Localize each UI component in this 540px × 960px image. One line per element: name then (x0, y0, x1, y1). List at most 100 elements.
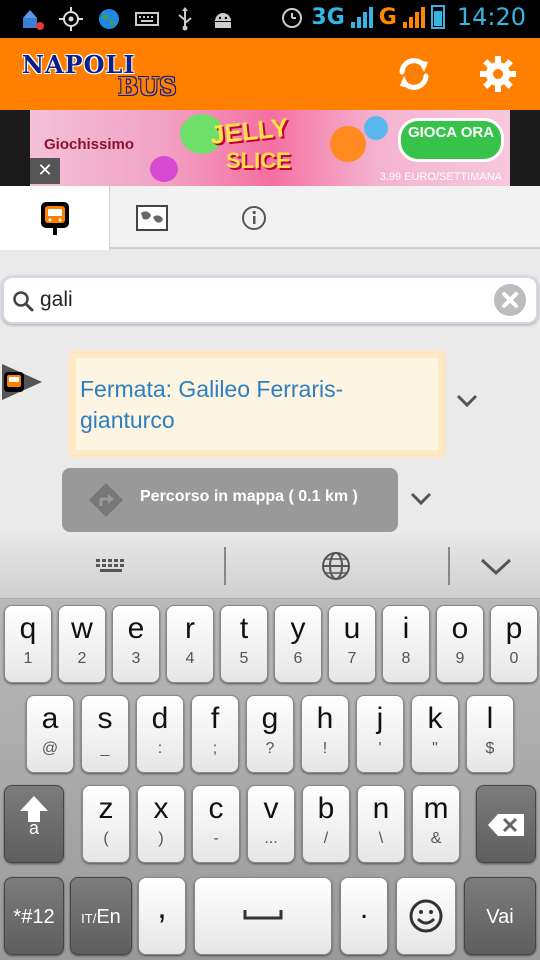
key-c[interactable]: c- (192, 785, 240, 863)
globe-icon (96, 6, 122, 32)
search-box[interactable] (2, 276, 538, 324)
clear-search-button[interactable] (494, 284, 526, 316)
language-prefix: IT/ (81, 911, 97, 926)
key-f[interactable]: f; (191, 695, 239, 773)
key-i[interactable]: i8 (382, 605, 430, 683)
key-sub-label: / (323, 830, 329, 847)
key-y[interactable]: y6 (274, 605, 322, 683)
ad-banner[interactable]: Giochissimo JELLY SLICE GIOCA ORA 3.99 E… (0, 110, 540, 186)
key-b[interactable]: b / (302, 785, 350, 863)
ad-creative[interactable]: Giochissimo JELLY SLICE GIOCA ORA 3.99 E… (30, 110, 510, 186)
key-main-label: i (402, 612, 410, 645)
key-j[interactable]: j ' (356, 695, 404, 773)
key-l[interactable]: l $ (466, 695, 514, 773)
key-sub-label: - (213, 830, 219, 847)
key-sub-label: ... (264, 830, 278, 847)
period-key[interactable]: . (340, 877, 388, 955)
comma-key-label: , (157, 888, 167, 926)
key-h[interactable]: h! (301, 695, 349, 773)
key-main-label: v (263, 792, 279, 825)
map-icon (136, 204, 168, 231)
key-u[interactable]: u7 (328, 605, 376, 683)
key-o[interactable]: o9 (436, 605, 484, 683)
key-q[interactable]: q1 (4, 605, 52, 683)
ad-subtitle: SLICE (226, 148, 291, 173)
language-key[interactable]: IT/En (70, 877, 132, 955)
network-type-1: 3G (311, 4, 345, 30)
key-sub-label: 6 (293, 650, 303, 667)
go-key[interactable]: Vai (464, 877, 536, 955)
stop-result-card[interactable]: Fermata: Galileo Ferraris-gianturco (68, 350, 446, 458)
jelly-character (150, 156, 178, 182)
period-key-label: . (359, 892, 369, 925)
tab-bar (0, 186, 540, 250)
key-sub-label: 4 (185, 650, 195, 667)
symbols-key[interactable]: *#12 (4, 877, 64, 955)
key-r[interactable]: r4 (166, 605, 214, 683)
ad-cta-button[interactable]: GIOCA ORA (398, 118, 504, 162)
key-t[interactable]: t5 (220, 605, 268, 683)
android-icon (210, 6, 236, 32)
key-main-label: x (153, 792, 169, 825)
key-p[interactable]: p0 (490, 605, 538, 683)
key-z[interactable]: z( (82, 785, 130, 863)
key-main-label: y (290, 612, 306, 645)
key-sub-label: \ (378, 830, 384, 847)
toolbar-divider (448, 547, 450, 585)
signal-bars-2 (402, 6, 425, 28)
shift-key[interactable]: a (4, 785, 64, 863)
stop-result-title[interactable]: Fermata: Galileo Ferraris-gianturco (80, 374, 434, 436)
key-main-label: p (505, 612, 523, 645)
key-sub-label: 3 (131, 650, 141, 667)
key-sub-label: 1 (23, 650, 33, 667)
signal-bars-1 (350, 6, 373, 28)
keyboard-icon[interactable] (92, 549, 132, 583)
globe-icon[interactable] (316, 549, 356, 583)
search-input[interactable] (40, 284, 480, 316)
settings-button[interactable] (478, 54, 518, 94)
route-button-label: Percorso in mappa ( 0.1 km ) (140, 488, 358, 505)
key-main-label: t (239, 612, 249, 645)
chevron-down-icon[interactable] (456, 394, 478, 408)
key-m[interactable]: m & (412, 785, 460, 863)
key-w[interactable]: w2 (58, 605, 106, 683)
tab-stops[interactable] (0, 186, 110, 250)
main-content: Fermata: Galileo Ferraris-gianturco Perc… (0, 186, 540, 533)
key-main-label: b (317, 792, 335, 825)
key-s[interactable]: s _ (81, 695, 129, 773)
keyboard-toolbar (0, 533, 540, 599)
key-x[interactable]: x) (137, 785, 185, 863)
key-a[interactable]: a @ (26, 695, 74, 773)
jelly-character (330, 126, 366, 162)
chevron-down-icon[interactable] (476, 549, 516, 583)
emoji-key[interactable] (396, 877, 456, 955)
key-sub-label: ( (103, 830, 109, 847)
directions-icon (89, 483, 123, 517)
refresh-button[interactable] (394, 54, 434, 94)
tab-map[interactable] (110, 186, 194, 249)
key-main-label: s (97, 702, 113, 735)
route-on-map-button[interactable]: Percorso in mappa ( 0.1 km ) (62, 468, 398, 532)
soft-keyboard: q1w2e3r4t5y6u7i8o9p0 a @ s _ d: f; g? h! j ' k " l $ … (0, 533, 540, 960)
key-k[interactable]: k " (411, 695, 459, 773)
space-key[interactable] (194, 877, 332, 955)
key-sub-label: @ (41, 740, 59, 757)
key-e[interactable]: e3 (112, 605, 160, 683)
key-d[interactable]: d: (136, 695, 184, 773)
info-icon (242, 205, 266, 230)
key-n[interactable]: n \ (357, 785, 405, 863)
key-main-label: u (343, 612, 361, 645)
key-g[interactable]: g? (246, 695, 294, 773)
ad-close-button[interactable]: ✕ (30, 158, 60, 184)
key-main-label: z (98, 792, 114, 825)
key-v[interactable]: v... (247, 785, 295, 863)
key-sub-label: 2 (77, 650, 87, 667)
keyboard-icon (134, 6, 160, 32)
comma-key[interactable]: , (138, 877, 186, 955)
chevron-down-icon[interactable] (410, 492, 432, 506)
tab-info[interactable] (214, 186, 294, 249)
key-sub-label: 8 (401, 650, 411, 667)
backspace-key[interactable] (476, 785, 536, 863)
key-sub-label: 9 (455, 650, 465, 667)
logo-text-bus: BUS (118, 72, 177, 101)
